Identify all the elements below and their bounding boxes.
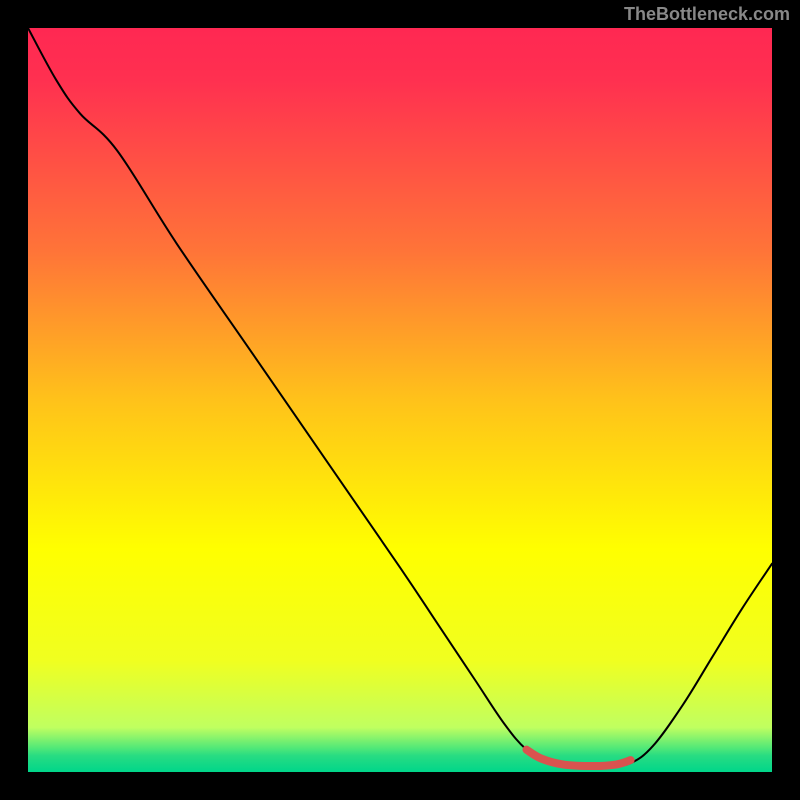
attribution-text: TheBottleneck.com	[624, 4, 790, 25]
bottleneck-chart: TheBottleneck.com	[0, 0, 800, 800]
chart-svg	[0, 0, 800, 800]
plot-background	[28, 28, 772, 772]
